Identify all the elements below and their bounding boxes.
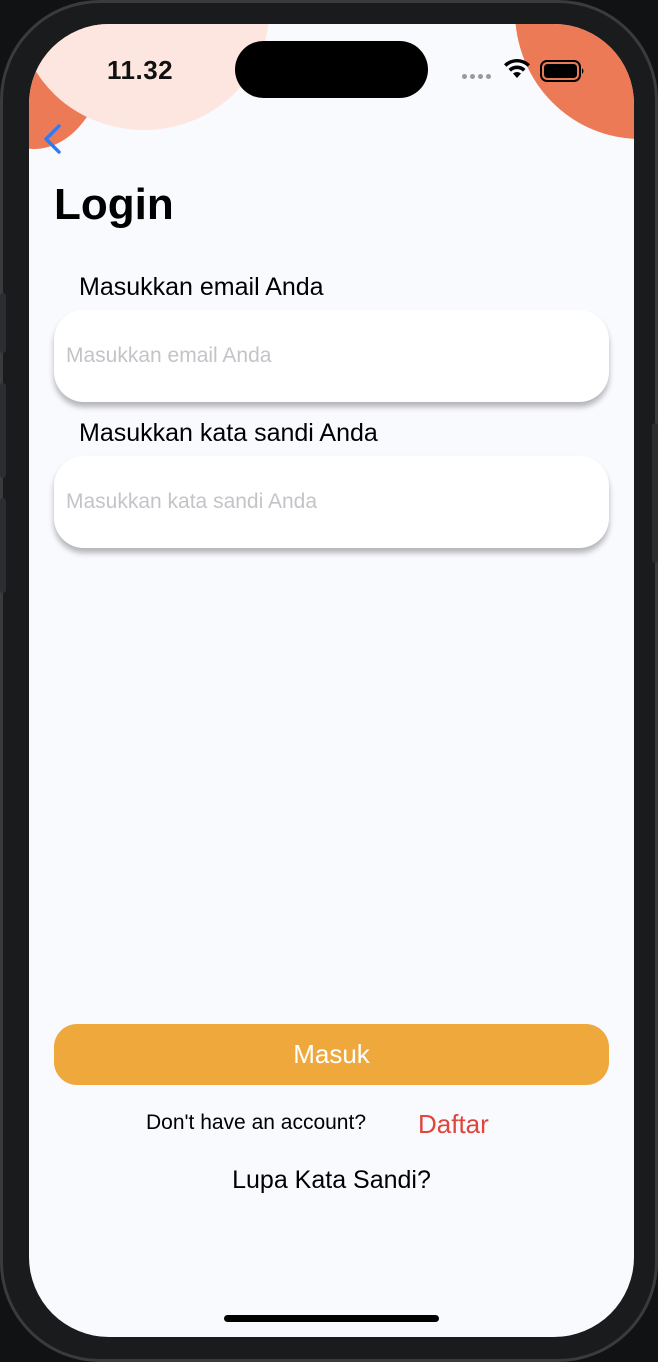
wifi-icon (504, 58, 530, 78)
volume-down-button (0, 498, 6, 593)
app-screen: 11.32 Login Masukkan email Anda Masukkan… (29, 24, 634, 1337)
login-button[interactable]: Masuk (54, 1024, 609, 1085)
chevron-left-icon[interactable] (39, 122, 69, 158)
password-input[interactable] (66, 456, 596, 548)
cellular-signal-icon (462, 74, 491, 79)
password-field-container (54, 456, 609, 548)
home-indicator[interactable] (224, 1315, 439, 1322)
power-button (652, 423, 658, 563)
email-input[interactable] (66, 310, 596, 402)
phone-frame: 11.32 Login Masukkan email Anda Masukkan… (0, 0, 658, 1362)
signup-prompt: Don't have an account? (146, 1111, 366, 1134)
password-label: Masukkan kata sandi Anda (79, 419, 378, 447)
email-field-container (54, 310, 609, 402)
battery-icon (540, 60, 584, 82)
page-title: Login (54, 180, 174, 229)
volume-up-button (0, 383, 6, 478)
status-time: 11.32 (107, 55, 174, 85)
forgot-password-link[interactable]: Lupa Kata Sandi? (29, 1166, 634, 1195)
dynamic-island (235, 41, 428, 98)
signup-link[interactable]: Daftar (418, 1109, 489, 1140)
email-label: Masukkan email Anda (79, 273, 324, 301)
action-button (0, 293, 6, 353)
